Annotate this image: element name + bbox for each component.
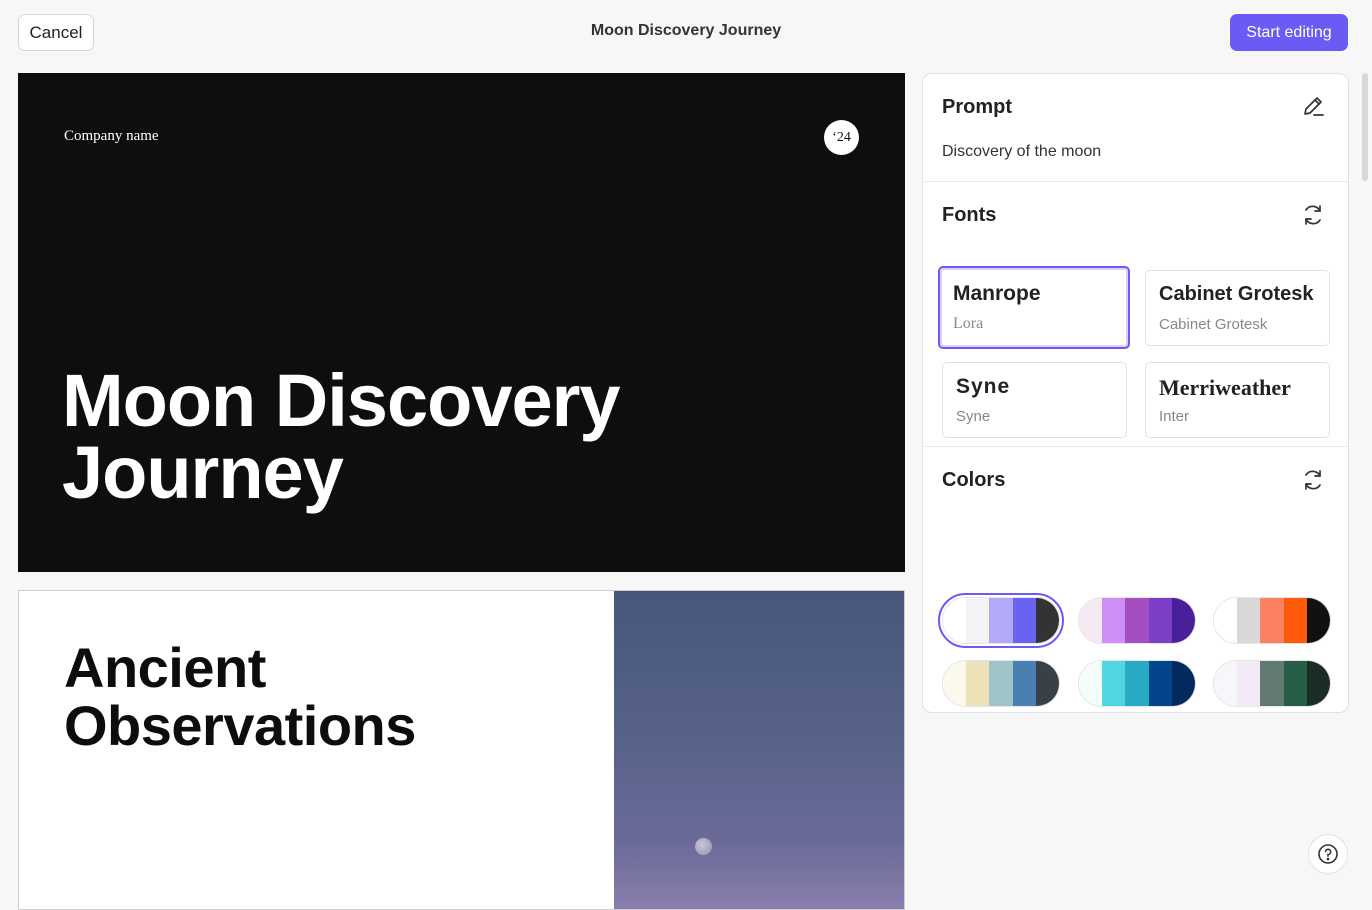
prompt-section: Prompt Discovery of the moon xyxy=(923,74,1348,182)
font-option-merriweather[interactable]: Merriweather Inter xyxy=(1145,362,1330,438)
moon-icon xyxy=(695,838,712,855)
palette-swatch xyxy=(1012,598,1036,643)
palette-swatch xyxy=(1079,598,1103,643)
font-option-sub: Syne xyxy=(956,408,991,425)
palette-swatch xyxy=(1171,598,1195,643)
palette-swatch xyxy=(989,598,1013,643)
moon-sky-image xyxy=(614,591,904,909)
color-palette-option[interactable] xyxy=(1078,660,1196,707)
palette-swatch xyxy=(1035,598,1059,643)
prompt-title: Prompt xyxy=(942,96,1012,118)
palette-swatch xyxy=(989,661,1013,706)
font-option-main: Merriweather xyxy=(1159,375,1291,400)
palette-swatch xyxy=(1125,661,1149,706)
palette-swatch xyxy=(1035,661,1059,706)
palette-swatch xyxy=(1148,661,1172,706)
font-option-main: Syne xyxy=(956,375,1011,398)
palette-swatch xyxy=(1260,661,1284,706)
prompt-text: Discovery of the moon xyxy=(942,143,1102,160)
slide-heading: Moon Discovery Journey xyxy=(62,359,762,514)
slide-ancient-observations[interactable]: Ancient Observations xyxy=(18,590,905,910)
help-button[interactable] xyxy=(1308,834,1348,874)
refresh-icon[interactable] xyxy=(1300,467,1326,493)
palette-swatch xyxy=(1214,661,1238,706)
refresh-icon[interactable] xyxy=(1300,202,1326,228)
palette-swatch xyxy=(943,598,967,643)
palette-swatch xyxy=(1237,661,1261,706)
palette-swatch xyxy=(1283,661,1307,706)
font-option-main: Manrope xyxy=(953,282,1041,305)
palette-swatch xyxy=(943,661,967,706)
color-palette-option[interactable] xyxy=(938,593,1064,648)
pencil-icon[interactable] xyxy=(1300,94,1326,120)
color-palette-option[interactable] xyxy=(1213,597,1331,644)
font-option-main: Cabinet Grotesk xyxy=(1159,283,1314,305)
font-option-sub: Lora xyxy=(953,315,984,332)
document-title: Moon Discovery Journey xyxy=(590,22,782,39)
slide-heading-line: Observations xyxy=(64,694,416,757)
font-option-sub: Inter xyxy=(1159,408,1190,425)
scrollbar[interactable] xyxy=(1362,73,1368,181)
color-palette-option[interactable] xyxy=(1213,660,1331,707)
top-bar: Cancel Moon Discovery Journey Start edit… xyxy=(0,0,1372,64)
palette-swatch xyxy=(966,598,990,643)
palette-swatch xyxy=(1079,661,1103,706)
colors-title: Colors xyxy=(942,469,1006,491)
slide-heading-line: Moon Discovery xyxy=(62,359,621,442)
palette-swatch xyxy=(1171,661,1195,706)
fonts-section: Fonts Manrope Lora Cabinet Grotesk Cabin… xyxy=(923,182,1348,447)
company-name: Company name xyxy=(64,128,159,144)
font-option-sub: Cabinet Grotesk xyxy=(1159,316,1268,333)
palette-swatch xyxy=(1125,598,1149,643)
palette-swatch xyxy=(1012,661,1036,706)
slide-heading-line: Journey xyxy=(62,431,344,514)
settings-panel: Prompt Discovery of the moon Fonts Manro… xyxy=(922,73,1349,713)
palette-swatch xyxy=(1306,661,1330,706)
start-editing-button[interactable]: Start editing xyxy=(1230,14,1348,51)
palette-swatch xyxy=(1102,661,1126,706)
year-badge: ‘24 xyxy=(824,120,859,155)
color-palette-option[interactable] xyxy=(942,660,1060,707)
color-palette-option[interactable] xyxy=(1078,597,1196,644)
palette-swatch xyxy=(1214,598,1238,643)
slide-heading: Ancient Observations xyxy=(64,639,604,755)
font-option-syne[interactable]: Syne Syne xyxy=(942,362,1127,438)
palette-swatch xyxy=(1306,598,1330,643)
palette-swatch xyxy=(1237,598,1261,643)
font-option-cabinet-grotesk[interactable]: Cabinet Grotesk Cabinet Grotesk xyxy=(1145,270,1330,346)
palette-swatch xyxy=(1260,598,1284,643)
colors-section: Colors xyxy=(923,447,1348,712)
palette-swatch xyxy=(1148,598,1172,643)
slide-title[interactable]: Company name ‘24 Moon Discovery Journey xyxy=(18,73,905,572)
palette-swatch xyxy=(1102,598,1126,643)
slide-heading-line: Ancient xyxy=(64,636,266,699)
fonts-title: Fonts xyxy=(942,204,997,226)
palette-swatch xyxy=(966,661,990,706)
font-option-manrope[interactable]: Manrope Lora xyxy=(938,266,1130,349)
question-icon xyxy=(1318,844,1338,864)
palette-swatch xyxy=(1283,598,1307,643)
